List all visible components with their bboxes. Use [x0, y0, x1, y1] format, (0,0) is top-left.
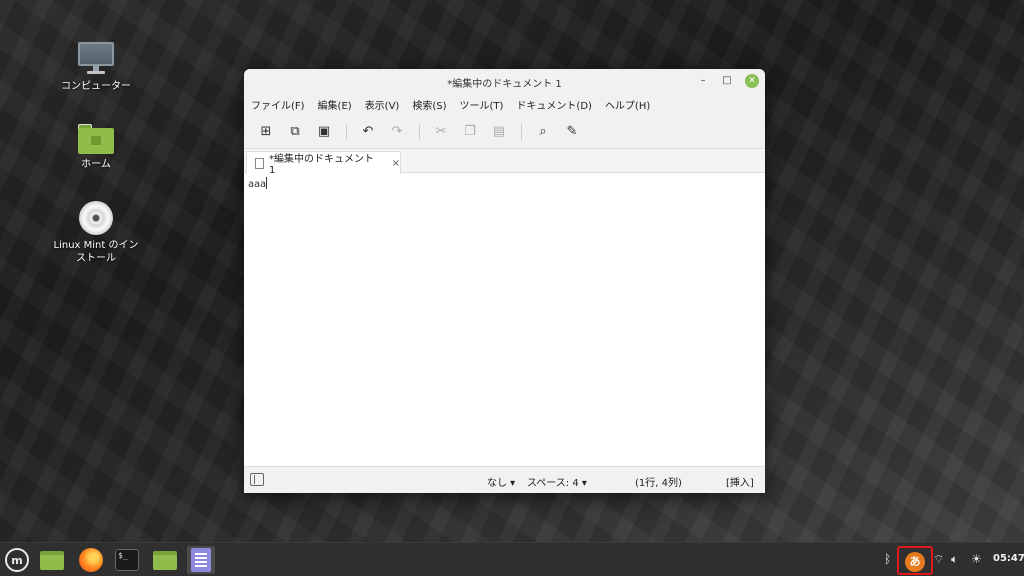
volume-icon[interactable]: 🔈︎: [951, 552, 958, 567]
cursor-position: (1行, 4列): [635, 478, 682, 489]
desktop-icon-label: Linux Mint のインストール: [53, 240, 139, 264]
tab-document[interactable]: *編集中のドキュメント 1 ×: [246, 151, 401, 176]
terminal-icon[interactable]: $_: [113, 546, 141, 574]
menu-documents[interactable]: ドキュメント(D): [516, 97, 592, 112]
desktop-icon-install[interactable]: Linux Mint のインストール: [51, 201, 141, 265]
tab-label: *編集中のドキュメント 1: [268, 154, 374, 176]
undo-icon[interactable]: ↶: [357, 121, 379, 143]
computer-icon: [78, 42, 114, 76]
text-editor-window: *編集中のドキュメント 1 – □ ✕ ファイル(F) 編集(E) 表示(V) …: [244, 69, 765, 493]
tab-strip: *編集中のドキュメント 1 ×: [244, 149, 765, 176]
desktop-icon-computer[interactable]: コンピューター: [51, 42, 141, 93]
toolbar-separator: [521, 123, 522, 140]
menu-icon[interactable]: m: [3, 546, 31, 574]
paste-icon[interactable]: ▤: [488, 121, 510, 143]
desktop-icon-home[interactable]: ホーム: [51, 124, 141, 171]
text-editor-icon[interactable]: [187, 546, 215, 574]
toolbar-separator: [419, 123, 420, 140]
brightness-icon[interactable]: ☀: [971, 552, 982, 566]
menu-tools[interactable]: ツール(T): [460, 97, 504, 112]
desktop-icon-label: コンピューター: [61, 81, 131, 92]
replace-icon[interactable]: ✎: [561, 121, 583, 143]
redo-icon[interactable]: ↷: [386, 121, 408, 143]
new-document-icon[interactable]: ⊞: [255, 121, 277, 143]
window-title: *編集中のドキュメント 1: [447, 79, 562, 90]
copy-icon[interactable]: ❐: [459, 121, 481, 143]
document-icon: [255, 157, 264, 169]
search-icon[interactable]: ⌕: [532, 121, 554, 143]
firefox-icon[interactable]: [77, 546, 105, 574]
tab-width-selector[interactable]: スペース: 4 ▾: [527, 474, 587, 489]
files-icon[interactable]: [38, 546, 66, 574]
insert-mode: [挿入]: [726, 478, 754, 489]
install-disc-icon: [79, 201, 113, 235]
title-bar[interactable]: *編集中のドキュメント 1 – □ ✕: [244, 69, 765, 93]
menu-search[interactable]: 検索(S): [412, 97, 446, 112]
editor-text: aaa: [248, 179, 267, 190]
tab-close-icon[interactable]: ×: [392, 158, 400, 169]
menu-view[interactable]: 表示(V): [365, 97, 400, 112]
menu-bar: ファイル(F) 編集(E) 表示(V) 検索(S) ツール(T) ドキュメント(…: [244, 93, 765, 115]
menu-help[interactable]: ヘルプ(H): [605, 97, 650, 112]
open-icon[interactable]: ⧉: [284, 121, 306, 143]
clock[interactable]: 05:47: [993, 553, 1024, 564]
menu-edit[interactable]: 編集(E): [318, 97, 352, 112]
ime-indicator-icon[interactable]: あ: [905, 552, 925, 572]
minimize-button[interactable]: –: [696, 74, 710, 88]
cut-icon[interactable]: ✂: [430, 121, 452, 143]
side-panel-toggle-icon[interactable]: [250, 473, 264, 486]
wifi-icon[interactable]: ⌔: [933, 552, 944, 567]
close-button[interactable]: ✕: [745, 74, 759, 88]
home-folder-icon: [78, 124, 114, 154]
desktop-icon-label: ホーム: [81, 159, 111, 170]
taskbar: m $_ ᛒ あ ⌔ 🔈︎ ☀ 05:47: [0, 542, 1024, 576]
status-bar: なし ▾ スペース: 4 ▾ (1行, 4列) [挿入]: [244, 466, 765, 493]
save-icon[interactable]: ▣: [313, 121, 335, 143]
folder-icon[interactable]: [151, 546, 179, 574]
toolbar: ⊞ ⧉ ▣ ↶ ↷ ✂ ❐ ▤ ⌕ ✎: [244, 115, 765, 149]
text-caret: [266, 177, 268, 189]
ime-highlight: あ: [897, 546, 933, 575]
syntax-selector[interactable]: なし ▾: [487, 474, 515, 489]
maximize-button[interactable]: □: [720, 74, 734, 88]
bluetooth-icon[interactable]: ᛒ: [884, 552, 891, 566]
toolbar-separator: [346, 123, 347, 140]
menu-file[interactable]: ファイル(F): [251, 97, 305, 112]
editor-area[interactable]: aaa: [244, 174, 765, 466]
